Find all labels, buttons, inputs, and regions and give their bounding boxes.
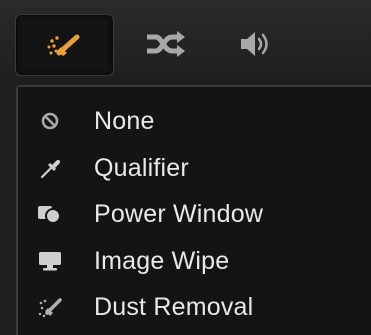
prohibited-icon (36, 107, 64, 135)
shuffle-icon (144, 29, 186, 59)
menu-item-qualifier[interactable]: Qualifier (18, 145, 371, 191)
menu-item-label: Dust Removal (94, 292, 254, 321)
menu-item-label: Power Window (94, 199, 264, 228)
menu-item-none[interactable]: None (18, 98, 371, 144)
menu-item-label: Image Wipe (94, 246, 230, 275)
audio-tool-button[interactable] (215, 14, 295, 74)
dust-removal-icon (36, 293, 64, 321)
magic-wand-tool-button[interactable] (15, 14, 114, 76)
menu-item-dust-removal[interactable]: Dust Removal (18, 284, 371, 330)
monitor-icon (36, 247, 64, 275)
shuffle-tool-button[interactable] (125, 14, 205, 74)
menu-item-power-window[interactable]: Power Window (18, 191, 371, 237)
tool-dropdown-menu: None Qualifier Power Window Image Wipe D… (16, 85, 371, 335)
eyedropper-icon (36, 154, 64, 182)
magic-wand-icon (45, 29, 85, 61)
menu-item-image-wipe[interactable]: Image Wipe (18, 238, 371, 284)
power-window-icon (36, 200, 64, 228)
speaker-icon (238, 29, 272, 59)
toolbar (0, 0, 371, 80)
menu-item-label: Qualifier (94, 153, 189, 182)
menu-item-label: None (94, 106, 155, 135)
